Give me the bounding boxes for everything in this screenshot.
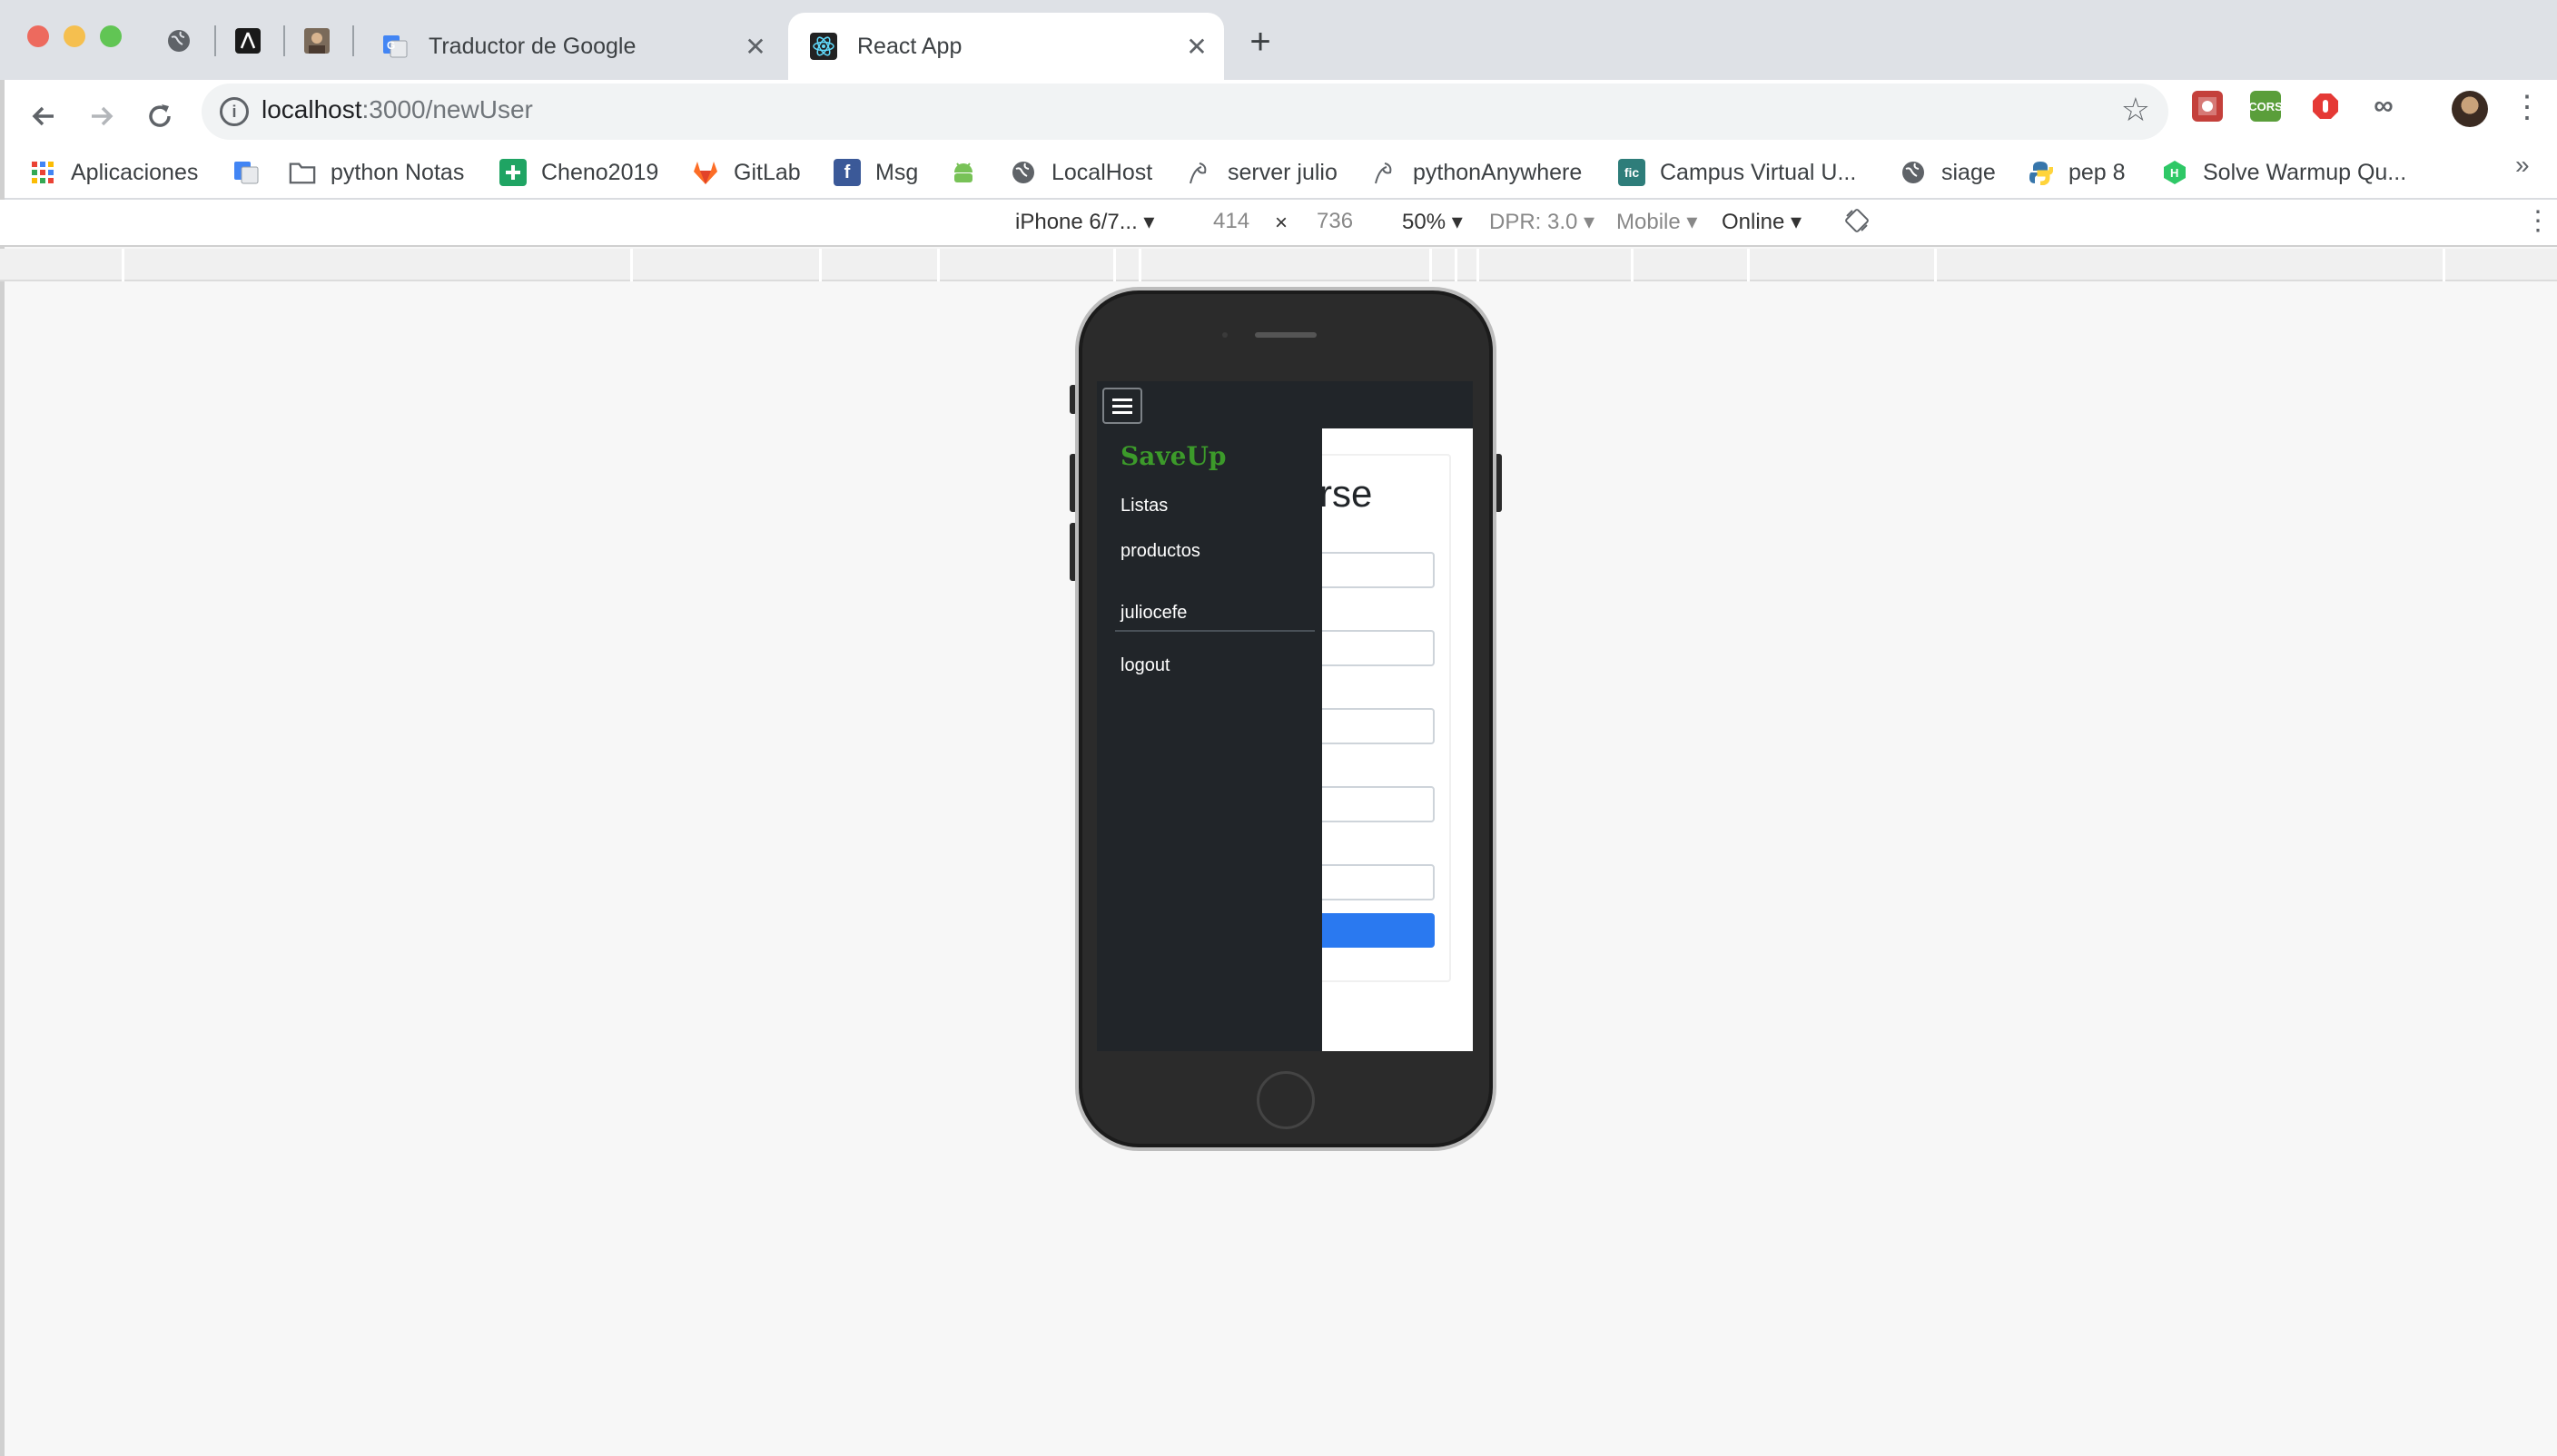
media-query-ruler[interactable] xyxy=(0,249,2557,281)
tab-strip: G Traductor de Google ✕ React App ✕ + xyxy=(0,0,2557,80)
bookmark-localhost[interactable]: LocalHost xyxy=(1010,154,1152,191)
campus-icon: fic xyxy=(1618,159,1645,186)
profile-photo-icon xyxy=(304,28,330,54)
facebook-icon: f xyxy=(834,159,861,186)
folder-icon xyxy=(289,159,316,186)
bookmark-siage[interactable]: siage xyxy=(1900,154,1996,191)
zoom-select[interactable]: 50% ▾ xyxy=(1402,209,1463,235)
apps-grid-icon xyxy=(29,159,56,186)
profile-avatar[interactable] xyxy=(2452,91,2488,127)
bookmark-gitlab[interactable]: GitLab xyxy=(692,154,801,191)
device-select[interactable]: iPhone 6/7... ▾ xyxy=(1015,209,1154,235)
mode-select[interactable]: Mobile ▾ xyxy=(1616,209,1697,235)
nav-link-listas[interactable]: Listas xyxy=(1121,496,1168,516)
more-bookmarks-button[interactable]: » xyxy=(2515,151,2530,180)
url-host: localhost xyxy=(262,95,362,123)
hamburger-menu-icon[interactable] xyxy=(1102,388,1142,424)
react-logo-icon xyxy=(810,33,837,60)
svg-text:G: G xyxy=(387,39,395,52)
extension-icon[interactable] xyxy=(2192,91,2223,122)
phone-home-button[interactable] xyxy=(1257,1071,1315,1129)
zoom-window-button[interactable] xyxy=(100,25,122,47)
bookmark-server-julio[interactable]: server julio xyxy=(1186,154,1338,191)
tab-google-translate[interactable]: G Traductor de Google ✕ xyxy=(360,13,783,80)
minimize-window-button[interactable] xyxy=(64,25,85,47)
android-icon xyxy=(950,159,977,186)
bookmark-pythonanywhere[interactable]: pythonAnywhere xyxy=(1371,154,1582,191)
bookmark-google-translate[interactable] xyxy=(232,154,274,191)
arrow-left-icon xyxy=(32,106,54,126)
python-icon xyxy=(2027,159,2054,186)
app-logo-icon xyxy=(235,28,261,54)
arrow-right-icon xyxy=(92,106,114,126)
bookmark-cheno2019[interactable]: Cheno2019 xyxy=(499,154,658,191)
globe-icon xyxy=(1900,159,1927,186)
google-translate-icon xyxy=(232,159,260,186)
brand-logo[interactable]: SaveUp xyxy=(1121,441,1226,471)
svg-text:H: H xyxy=(2170,166,2178,180)
network-select[interactable]: Online ▾ xyxy=(1722,209,1802,235)
info-icon[interactable]: i xyxy=(220,97,249,126)
device-viewport: rse SaveUp Listas productos juliocefe lo… xyxy=(1097,381,1473,1051)
nav-link-productos[interactable]: productos xyxy=(1121,541,1200,562)
adblock-icon[interactable] xyxy=(2310,91,2341,122)
bookmark-aplicaciones[interactable]: Aplicaciones xyxy=(29,154,198,191)
close-window-button[interactable] xyxy=(27,25,49,47)
bookmarks-bar: Aplicaciones python Notas Cheno2019 GitL… xyxy=(0,145,2557,200)
rotate-icon[interactable] xyxy=(1843,207,1871,241)
nav-user[interactable]: juliocefe xyxy=(1121,603,1187,624)
app-navbar xyxy=(1097,381,1473,428)
server-icon xyxy=(1186,159,1213,186)
cors-extension-icon[interactable]: CORS xyxy=(2248,91,2283,122)
back-button[interactable] xyxy=(22,94,65,138)
bookmark-android[interactable] xyxy=(950,154,992,191)
phone-speaker xyxy=(1255,332,1317,338)
pinned-tab-app[interactable] xyxy=(234,27,262,54)
forward-button[interactable] xyxy=(80,94,123,138)
height-field[interactable]: 736 xyxy=(1317,209,1353,234)
hackerrank-icon: H xyxy=(2161,159,2188,186)
globe-icon xyxy=(1010,159,1037,186)
tab-title: React App xyxy=(857,33,963,59)
dpr-select[interactable]: DPR: 3.0 ▾ xyxy=(1489,209,1594,235)
width-field[interactable]: 414 xyxy=(1213,209,1249,234)
device-toolbar-menu-icon[interactable]: ⋮ xyxy=(2524,205,2552,237)
close-tab-icon[interactable]: ✕ xyxy=(739,30,772,63)
nav-logout[interactable]: logout xyxy=(1121,655,1170,676)
bookmark-solve-warmup[interactable]: H Solve Warmup Qu... xyxy=(2161,154,2406,191)
sidebar-drawer: SaveUp Listas productos juliocefe logout xyxy=(1097,428,1322,1051)
browser-toolbar: i localhost:3000/newUser ☆ xyxy=(0,80,2557,152)
reload-button[interactable] xyxy=(138,94,182,138)
google-translate-icon: G xyxy=(381,33,409,60)
bookmark-python-notas[interactable]: python Notas xyxy=(289,154,464,191)
pinned-tab-photo[interactable] xyxy=(303,27,331,54)
tab-title: Traductor de Google xyxy=(429,33,637,59)
bookmark-star-icon[interactable]: ☆ xyxy=(2121,91,2150,129)
address-bar[interactable]: i localhost:3000/newUser ☆ xyxy=(202,84,2168,140)
server-icon xyxy=(1371,159,1398,186)
sheets-icon xyxy=(499,159,527,186)
bookmark-campus-virtual[interactable]: fic Campus Virtual U... xyxy=(1618,154,1856,191)
new-tab-button[interactable]: + xyxy=(1242,24,1278,60)
bookmark-pep8[interactable]: pep 8 xyxy=(2027,154,2126,191)
close-tab-icon[interactable]: ✕ xyxy=(1180,30,1213,63)
pinned-tab-globe[interactable] xyxy=(165,27,193,54)
infinity-extension-icon[interactable]: ∞ xyxy=(2368,91,2399,122)
window-edge xyxy=(0,80,5,1456)
dimension-separator: × xyxy=(1275,211,1288,235)
drawer-divider xyxy=(1115,630,1315,632)
tab-react-app[interactable]: React App ✕ xyxy=(788,13,1224,80)
reload-icon xyxy=(149,104,171,127)
phone-camera xyxy=(1222,332,1228,338)
form-title: rse xyxy=(1319,472,1373,515)
device-toolbar: iPhone 6/7... ▾ 414 × 736 50% ▾ DPR: 3.0… xyxy=(0,200,2557,247)
browser-menu-icon[interactable]: ⋮ xyxy=(2512,89,2542,125)
globe-icon xyxy=(168,30,190,52)
gitlab-icon xyxy=(692,159,719,186)
url-path: :3000/newUser xyxy=(361,95,533,123)
bookmark-msg[interactable]: f Msg xyxy=(834,154,918,191)
